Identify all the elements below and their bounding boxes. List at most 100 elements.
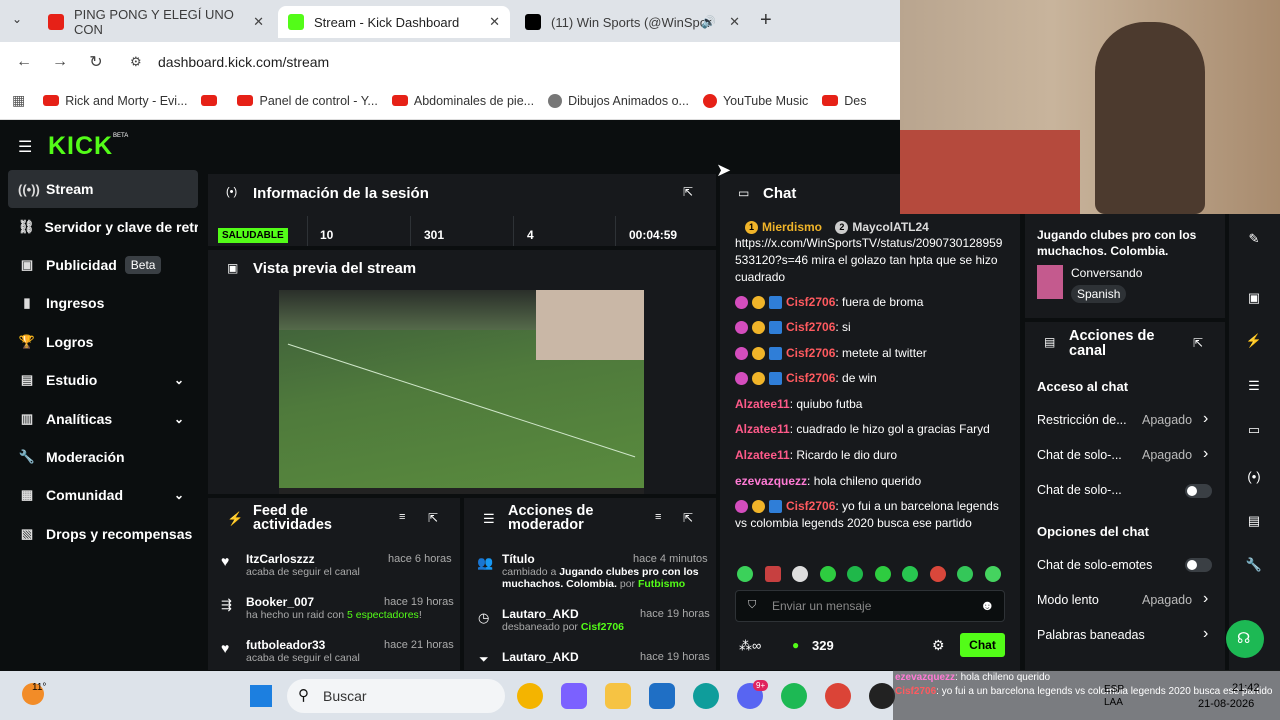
chevron-right-icon[interactable]: › <box>1203 445 1208 463</box>
emote-icon[interactable] <box>929 566 946 582</box>
sidebar-item-moderation[interactable]: 🔧 Moderación <box>8 438 198 476</box>
spotify-icon[interactable] <box>781 683 807 709</box>
chevron-right-icon[interactable]: › <box>1203 590 1208 608</box>
filter-icon[interactable]: ≡ <box>399 511 405 523</box>
user-icon: 👥 <box>477 555 494 570</box>
tab-kick-dashboard[interactable]: Stream - Kick Dashboard ✕ <box>278 6 510 38</box>
bookmark-item[interactable]: Des <box>822 94 866 108</box>
chat-input[interactable]: ⛉ Enviar un mensaje ☻ <box>735 590 1005 622</box>
language-tag[interactable]: Spanish <box>1071 285 1127 303</box>
clock-time[interactable]: 21:42 <box>1232 682 1260 694</box>
sidebar-item-drops[interactable]: ▧ Drops y recompensas <box>8 515 198 553</box>
badge-icon <box>735 347 748 361</box>
send-chat-button[interactable]: Chat <box>960 633 1005 657</box>
chat-message: Alzatee11: quiubo futba <box>735 397 863 411</box>
video-progress[interactable] <box>279 488 644 494</box>
site-info-icon[interactable]: ⚙ <box>130 54 142 70</box>
emote-icon[interactable] <box>957 566 974 582</box>
broadcast-icon[interactable]: (•) <box>1237 461 1271 491</box>
sidebar-item-stream[interactable]: ((•)) Stream <box>8 170 198 208</box>
sidebar-item-analytics[interactable]: ▥ Analíticas ⌄ <box>8 400 198 438</box>
subscribers-only-toggle[interactable] <box>1185 484 1212 498</box>
settings-gear-icon[interactable]: ⚙ <box>932 637 945 654</box>
emote-icon[interactable] <box>737 566 753 582</box>
sidebar-item-server-key[interactable]: ⛓Servidor y clave de retransmisión <box>8 208 198 246</box>
edge-icon[interactable] <box>693 683 719 709</box>
url-field[interactable]: ⚙ dashboard.kick.com/stream <box>120 48 890 76</box>
badge-icon <box>752 500 765 514</box>
emoji-icon[interactable]: ☻ <box>980 597 995 613</box>
tab-list-dropdown-icon[interactable]: ⌄ <box>12 12 22 26</box>
copilot-icon[interactable] <box>561 683 587 709</box>
person-silhouette <box>1095 22 1205 214</box>
channel-actions-icon[interactable]: ▤ <box>1237 506 1271 536</box>
sidebar-item-revenue[interactable]: ▮ Ingresos <box>8 284 198 322</box>
forward-icon[interactable]: → <box>42 53 78 71</box>
heart-icon: ♥ <box>221 640 230 656</box>
banned-words-row[interactable]: Palabras baneadas <box>1037 628 1217 642</box>
popout-icon[interactable]: ⇱ <box>683 185 693 199</box>
chat-icon[interactable]: ▭ <box>1237 415 1271 445</box>
emote-icon[interactable] <box>874 566 891 582</box>
close-tab-icon[interactable]: ✕ <box>489 14 500 30</box>
tab-youtube[interactable]: PING PONG Y ELEGÍ UNO CON ✕ <box>38 6 274 38</box>
filter-icon[interactable]: ≡ <box>655 511 661 523</box>
emote-icon[interactable] <box>984 566 1001 582</box>
emote-icon[interactable] <box>847 566 864 582</box>
emote-icon[interactable] <box>902 566 919 582</box>
reload-icon[interactable]: ↻ <box>78 52 114 72</box>
health-badge: SALUDABLE <box>218 228 288 243</box>
tab-win-sports[interactable]: (11) Win Sports (@WinSpor 🔊 ✕ <box>515 6 750 38</box>
category-name[interactable]: Conversando <box>1071 266 1142 280</box>
stream-video[interactable] <box>279 290 644 494</box>
community-icon[interactable]: ⁂∞ <box>739 638 761 654</box>
bookmark-item[interactable]: Rick and Morty - Evi... <box>43 94 187 108</box>
wrench-icon[interactable]: 🔧 <box>1237 550 1271 580</box>
bookmark-item[interactable] <box>201 95 223 106</box>
rank-badge: 1 <box>745 221 758 235</box>
bookmark-item[interactable]: Dibujos Animados o... <box>548 93 689 108</box>
leaderboard-user[interactable]: MaycolATL24 <box>852 220 928 234</box>
new-tab-button[interactable]: + <box>760 9 772 32</box>
taskbar-search[interactable]: ⚲ Buscar <box>287 679 505 713</box>
speaker-icon[interactable]: 🔊 <box>701 15 716 29</box>
link-icon: ⛓ <box>18 219 35 234</box>
chat-message: Cisf2706: si <box>735 319 1005 336</box>
search-icon: ⚲ <box>298 687 309 704</box>
emote-icon[interactable] <box>819 566 836 582</box>
sidebar-item-studio[interactable]: ▤ Estudio ⌄ <box>8 361 198 399</box>
leaderboard-user[interactable]: Mierdismo <box>762 220 822 234</box>
edit-icon[interactable]: ✎ <box>1237 224 1271 254</box>
emotes-only-toggle[interactable] <box>1185 558 1212 572</box>
popout-icon[interactable]: ⇱ <box>1193 336 1203 350</box>
emote-icon[interactable] <box>764 566 781 582</box>
chevron-right-icon[interactable]: › <box>1203 410 1208 428</box>
obs-icon[interactable] <box>869 683 895 709</box>
sidebar-item-ads[interactable]: ▣ Publicidad Beta <box>8 246 198 284</box>
stat-divider <box>513 216 514 246</box>
chevron-right-icon[interactable]: › <box>1203 625 1208 643</box>
list-icon[interactable]: ☰ <box>1237 371 1271 401</box>
close-tab-icon[interactable]: ✕ <box>253 14 264 30</box>
bookmark-item[interactable]: Abdominales de pie... <box>391 94 534 108</box>
chevron-down-icon: ⌄ <box>173 412 184 426</box>
file-explorer-icon[interactable] <box>605 683 631 709</box>
bookmark-item[interactable]: Panel de control - Y... <box>237 94 378 108</box>
popout-icon[interactable]: ⇱ <box>683 511 693 525</box>
windows-start-icon[interactable] <box>250 685 272 707</box>
back-icon[interactable]: ← <box>6 53 42 71</box>
language-indicator[interactable]: ESP <box>1104 684 1124 695</box>
popout-icon[interactable]: ⇱ <box>428 511 438 525</box>
video-icon[interactable]: ▣ <box>1237 283 1271 313</box>
sidebar-item-achievements[interactable]: 🏆 Logros <box>8 323 198 361</box>
sidebar-item-community[interactable]: ▦ Comunidad ⌄ <box>8 476 198 514</box>
apps-grid-icon[interactable]: ▦ <box>12 92 25 109</box>
emote-icon[interactable] <box>792 566 809 582</box>
stat-divider <box>615 216 616 246</box>
chrome-icon[interactable] <box>825 683 851 709</box>
close-tab-icon[interactable]: ✕ <box>729 14 740 30</box>
chrome-icon[interactable] <box>517 683 543 709</box>
bookmark-item[interactable]: YouTube Music <box>702 93 808 108</box>
store-icon[interactable] <box>649 683 675 709</box>
lightning-icon[interactable]: ⚡ <box>1237 326 1271 356</box>
